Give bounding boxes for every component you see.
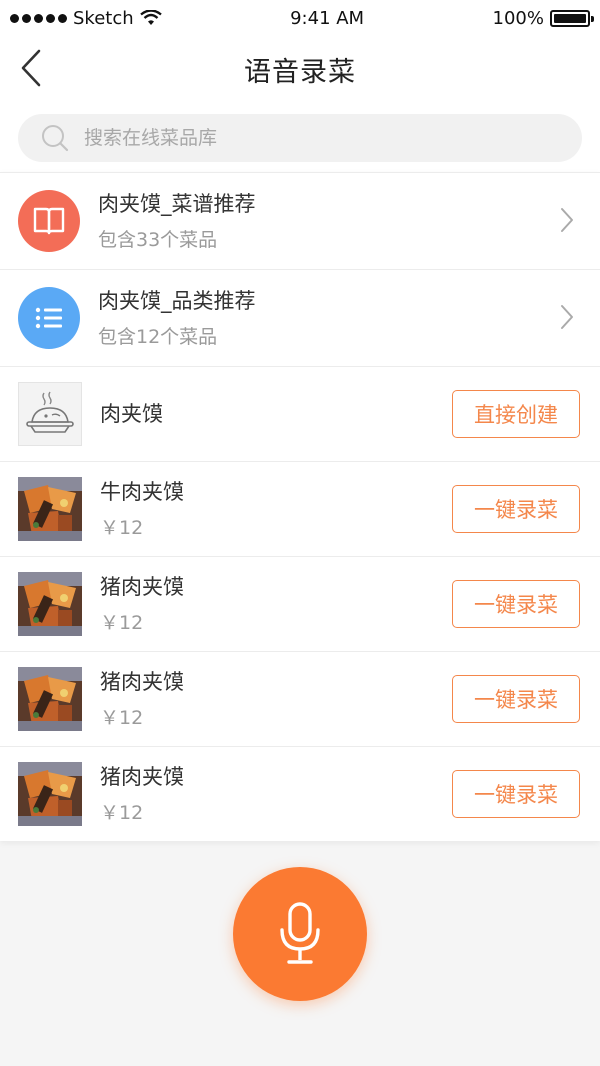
quick-add-button[interactable]: 一键录菜	[452, 580, 580, 628]
chevron-right-icon	[561, 208, 573, 232]
search-bar[interactable]	[18, 114, 582, 162]
recommend-category-count: 包含12个菜品	[98, 326, 218, 348]
recipe-icon-badge	[18, 190, 80, 252]
dish-row: 牛肉夹馍 ￥12 一键录菜	[0, 461, 600, 556]
dish-price: ￥12	[100, 802, 144, 824]
list-icon	[35, 307, 62, 329]
signal-icon	[10, 13, 67, 23]
back-button[interactable]	[14, 48, 48, 88]
direct-create-button[interactable]: 直接创建	[452, 390, 580, 438]
status-bar: Sketch 9:41 AM 100%	[0, 0, 600, 36]
carrier-label: Sketch	[73, 7, 134, 29]
recommend-recipe-title: 肉夹馍_菜谱推荐	[98, 192, 256, 216]
dish-thumbnail	[18, 762, 82, 826]
quick-add-button[interactable]: 一键录菜	[452, 770, 580, 818]
clock: 9:41 AM	[290, 7, 365, 29]
dish-thumbnail	[18, 667, 82, 731]
dish-name: 猪肉夹馍	[100, 575, 184, 599]
direct-create-text: 肉夹馍	[100, 400, 163, 428]
quick-add-button[interactable]: 一键录菜	[452, 485, 580, 533]
direct-create-row: 肉夹馍 直接创建	[0, 366, 600, 461]
dish-row: 猪肉夹馍 ￥12 一键录菜	[0, 746, 600, 841]
dish-thumbnail	[18, 477, 82, 541]
book-icon	[33, 207, 65, 235]
dish-thumbnail	[18, 572, 82, 636]
chevron-left-icon	[21, 49, 41, 87]
dish-text: 猪肉夹馍 ￥12	[100, 668, 184, 730]
dish-name: 猪肉夹馍	[100, 670, 184, 694]
dish-row: 猪肉夹馍 ￥12 一键录菜	[0, 651, 600, 746]
category-icon-badge	[18, 287, 80, 349]
dish-text: 猪肉夹馍 ￥12	[100, 763, 184, 825]
dish-row: 猪肉夹馍 ￥12 一键录菜	[0, 556, 600, 651]
dish-text: 猪肉夹馍 ￥12	[100, 573, 184, 635]
search-section	[0, 102, 600, 172]
microphone-icon	[280, 902, 320, 964]
recommend-category-title: 肉夹馍_品类推荐	[98, 289, 256, 313]
nav-bar: 语音录菜	[0, 36, 600, 102]
result-list: 肉夹馍_菜谱推荐 包含33个菜品 肉夹馍_品类推荐 包含12个菜品 肉夹馍 直接…	[0, 172, 600, 841]
battery-icon	[550, 9, 594, 27]
quick-add-button[interactable]: 一键录菜	[452, 675, 580, 723]
battery-percent: 100%	[492, 7, 544, 29]
dish-placeholder-icon	[18, 382, 82, 446]
search-icon	[42, 125, 69, 152]
chevron-right-icon	[561, 305, 573, 329]
dish-price: ￥12	[100, 707, 144, 729]
direct-create-name: 肉夹馍	[100, 402, 163, 426]
recommend-recipe-row[interactable]: 肉夹馍_菜谱推荐 包含33个菜品	[0, 172, 600, 269]
search-input[interactable]	[84, 127, 524, 149]
page-title: 语音录菜	[244, 56, 356, 88]
status-left: Sketch	[10, 8, 162, 29]
recommend-category-row[interactable]: 肉夹馍_品类推荐 包含12个菜品	[0, 269, 600, 366]
recommend-recipe-text: 肉夹馍_菜谱推荐 包含33个菜品	[98, 190, 256, 252]
dish-name: 猪肉夹馍	[100, 765, 184, 789]
recommend-category-text: 肉夹馍_品类推荐 包含12个菜品	[98, 287, 256, 349]
status-right: 100%	[492, 7, 594, 29]
voice-record-button[interactable]	[233, 867, 367, 1001]
wifi-icon	[139, 10, 162, 25]
dish-name: 牛肉夹馍	[100, 480, 184, 504]
recommend-recipe-count: 包含33个菜品	[98, 229, 218, 251]
dish-text: 牛肉夹馍 ￥12	[100, 478, 184, 540]
dish-price: ￥12	[100, 517, 144, 539]
dish-price: ￥12	[100, 612, 144, 634]
